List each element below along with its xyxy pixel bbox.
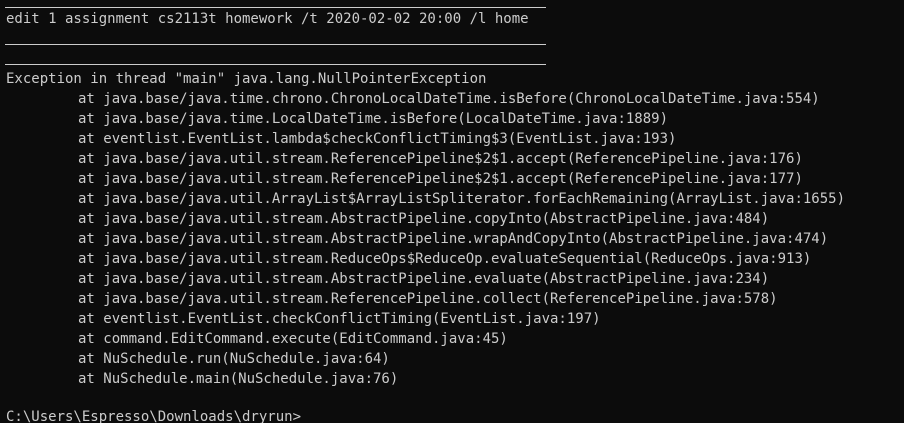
stack-trace-line: at java.base/java.time.LocalDateTime.isB…: [78, 111, 669, 127]
command-prompt[interactable]: C:\Users\Espresso\Downloads\dryrun>: [6, 407, 309, 423]
stack-trace-line: at NuSchedule.main(NuSchedule.java:76): [78, 371, 399, 387]
stack-trace-line: at command.EditCommand.execute(EditComma…: [78, 331, 508, 347]
stack-trace-line: at java.base/java.util.ArrayList$ArrayLi…: [78, 191, 846, 207]
stack-trace-line: at NuSchedule.run(NuSchedule.java:64): [78, 351, 390, 367]
divider-line: [5, 64, 546, 65]
terminal-window[interactable]: edit 1 assignment cs2113t homework /t 20…: [0, 0, 904, 423]
stack-trace-line: at java.base/java.util.stream.ReduceOps$…: [78, 251, 812, 267]
divider-line: [5, 7, 546, 8]
stack-trace-line: at eventlist.EventList.lambda$checkConfl…: [78, 131, 677, 147]
divider-line: [5, 44, 546, 45]
stack-trace-line: at java.base/java.util.stream.AbstractPi…: [78, 211, 770, 227]
stack-trace-line: at java.base/java.util.stream.ReferenceP…: [78, 171, 803, 187]
stack-trace-line: at eventlist.EventList.checkConflictTimi…: [78, 311, 601, 327]
prompt-path: C:\Users\Espresso\Downloads\dryrun>: [6, 409, 302, 423]
stack-trace-line: at java.base/java.util.stream.AbstractPi…: [78, 271, 770, 287]
exception-message: Exception in thread "main" java.lang.Nul…: [6, 71, 487, 87]
stack-trace-line: at java.base/java.time.chrono.ChronoLoca…: [78, 91, 820, 107]
stack-trace-line: at java.base/java.util.stream.AbstractPi…: [78, 231, 829, 247]
stack-trace-line: at java.base/java.util.stream.ReferenceP…: [78, 291, 778, 307]
stack-trace-line: at java.base/java.util.stream.ReferenceP…: [78, 151, 803, 167]
command-line: edit 1 assignment cs2113t homework /t 20…: [6, 11, 529, 27]
